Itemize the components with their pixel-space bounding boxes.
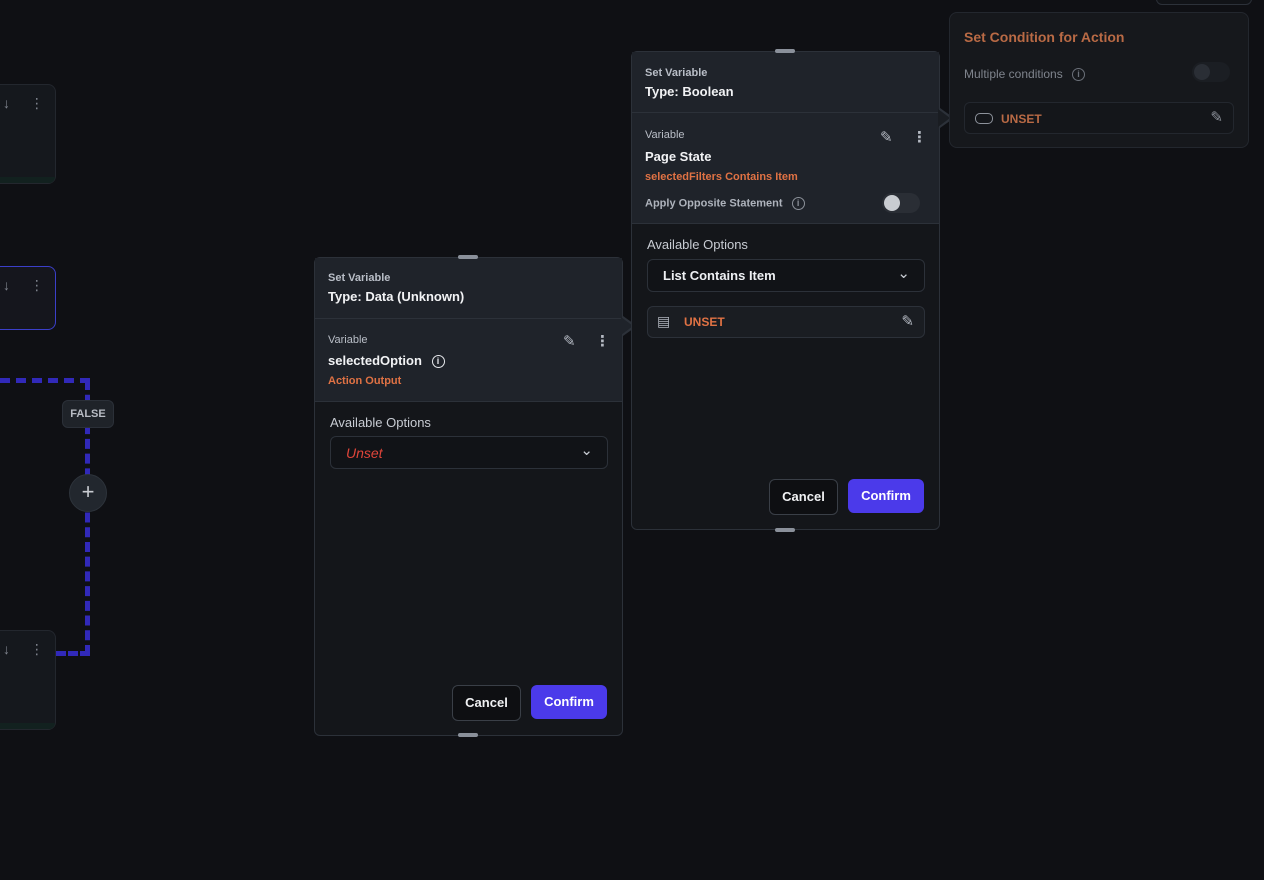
set-variable-boolean-panel: Set Variable Type: Boolean Variable Page…: [631, 51, 940, 530]
canvas-node-top[interactable]: ↓ ⋮: [0, 84, 56, 184]
set-condition-panel: Set Condition for Action Multiple condit…: [949, 12, 1249, 148]
condition-value-text: UNSET: [1001, 112, 1042, 126]
resize-handle-top[interactable]: [458, 255, 478, 259]
more-vertical-icon[interactable]: ⋮: [595, 332, 610, 350]
node-action-icons: ↓ ⋮: [3, 95, 52, 111]
panel-type-title: Type: Data (Unknown): [328, 289, 465, 304]
available-options-select[interactable]: List Contains Item ⌄: [647, 259, 925, 292]
panel-header: Set Variable Type: Data (Unknown): [315, 258, 622, 319]
available-options-select[interactable]: Unset ⌄: [330, 436, 608, 469]
select-value: List Contains Item: [663, 268, 776, 283]
apply-opposite-label: Apply Opposite Statement i: [645, 197, 805, 210]
available-options-label: Available Options: [647, 237, 748, 252]
apply-opposite-text: Apply Opposite Statement: [645, 197, 783, 210]
resize-handle-top[interactable]: [775, 49, 795, 53]
edit-pencil-icon[interactable]: ✎: [901, 312, 914, 330]
resize-handle-bottom[interactable]: [775, 528, 795, 532]
variable-source: Action Output: [328, 375, 402, 387]
node-action-icons: ↓ ⋮: [3, 277, 52, 293]
top-right-edge-button[interactable]: [1156, 0, 1252, 5]
variable-name: Page State: [645, 149, 712, 164]
item-value-text: UNSET: [684, 315, 725, 329]
canvas-node-bottom[interactable]: ↓ ⋮: [0, 630, 56, 730]
list-item-icon: ▤: [657, 313, 671, 329]
variable-name-text: selectedOption: [328, 353, 422, 368]
connector-line-bottom: [56, 651, 90, 656]
multiple-conditions-toggle[interactable]: [1192, 62, 1230, 82]
variable-kicker: Variable: [645, 129, 685, 141]
edit-pencil-icon[interactable]: ✎: [563, 332, 576, 350]
chevron-down-icon: ⌄: [580, 442, 593, 459]
panel-kicker: Set Variable: [328, 272, 391, 284]
info-icon[interactable]: i: [791, 197, 805, 210]
node-footer: [0, 723, 55, 729]
cancel-button[interactable]: Cancel: [769, 479, 838, 515]
add-node-button[interactable]: +: [69, 474, 107, 512]
multiple-conditions-label: Multiple conditions i: [964, 67, 1086, 82]
panel-type-title: Type: Boolean: [645, 84, 734, 99]
confirm-button[interactable]: Confirm: [848, 479, 924, 513]
panel-header: Set Variable Type: Boolean: [632, 52, 939, 113]
condition-value-field[interactable]: UNSET ✎: [964, 102, 1234, 134]
panel-kicker: Set Variable: [645, 67, 708, 79]
toggle-knob: [884, 195, 900, 211]
apply-opposite-toggle[interactable]: [882, 193, 920, 213]
variable-name: selectedOption i: [328, 353, 445, 369]
info-icon[interactable]: i: [431, 355, 445, 369]
variable-kicker: Variable: [328, 334, 368, 346]
node-action-icons: ↓ ⋮: [3, 641, 52, 657]
select-value: Unset: [346, 445, 383, 461]
condition-panel-title: Set Condition for Action: [964, 29, 1125, 45]
multiple-conditions-text: Multiple conditions: [964, 67, 1063, 81]
resize-handle-bottom[interactable]: [458, 733, 478, 737]
variable-section: Variable selectedOption i Action Output …: [315, 319, 622, 402]
cancel-button[interactable]: Cancel: [452, 685, 521, 721]
variable-section: Variable Page State selectedFilters Cont…: [632, 113, 939, 224]
toggle-knob: [1194, 64, 1210, 80]
available-options-label: Available Options: [330, 415, 431, 430]
confirm-button[interactable]: Confirm: [531, 685, 607, 719]
more-vertical-icon[interactable]: ⋮: [912, 128, 927, 146]
node-footer: [0, 177, 55, 183]
canvas-node-selected[interactable]: ↓ ⋮: [0, 266, 56, 330]
set-variable-data-panel: Set Variable Type: Data (Unknown) Variab…: [314, 257, 623, 736]
variable-source: selectedFilters Contains Item: [645, 171, 798, 183]
connector-line-top: [0, 378, 90, 383]
info-icon[interactable]: i: [1072, 68, 1086, 82]
toggle-icon: [975, 113, 993, 124]
list-item-value-field[interactable]: ▤ UNSET ✎: [647, 306, 925, 338]
false-branch-badge: FALSE: [62, 400, 114, 428]
chevron-down-icon: ⌄: [897, 265, 910, 282]
edit-pencil-icon[interactable]: ✎: [880, 128, 893, 146]
edit-pencil-icon[interactable]: ✎: [1210, 108, 1223, 126]
